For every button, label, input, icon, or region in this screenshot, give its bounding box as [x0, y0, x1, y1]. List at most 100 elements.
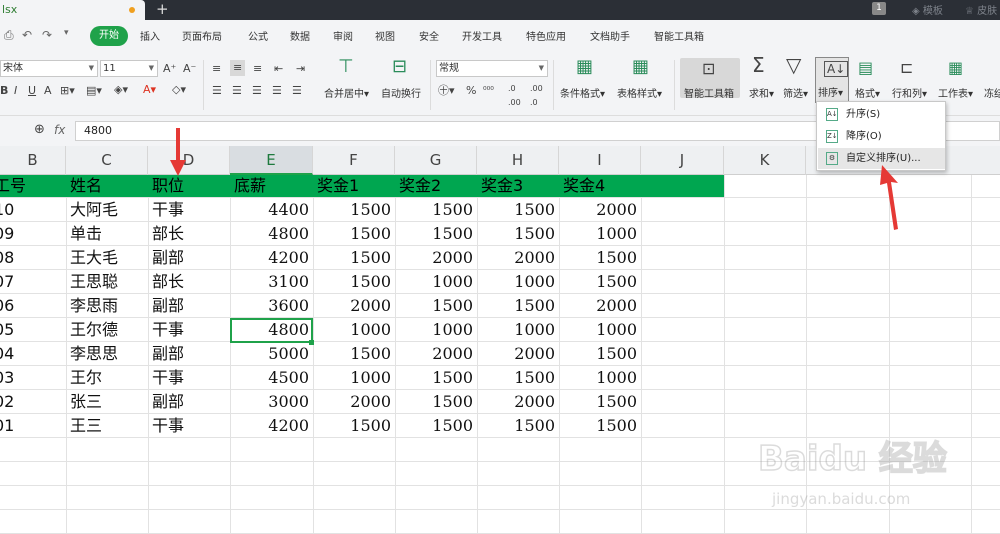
tab-formula[interactable]: 公式	[248, 28, 268, 43]
align-bottom-icon[interactable]: ≡	[253, 62, 262, 76]
cell-bonus-1[interactable]: 1500	[313, 246, 395, 270]
column-header-f[interactable]: F	[313, 146, 395, 175]
tab-smart-toolbox[interactable]: 智能工具箱	[654, 28, 704, 43]
tab-data[interactable]: 数据	[290, 28, 310, 43]
column-header-d[interactable]: D	[148, 146, 230, 175]
header-bonus-3[interactable]: 奖金3	[477, 175, 523, 197]
tab-features[interactable]: 特色应用	[526, 28, 566, 43]
align-top-icon[interactable]: ≡	[212, 62, 221, 76]
bold-icon[interactable]: B	[0, 84, 8, 98]
fill-handle[interactable]	[309, 340, 314, 345]
align-left-icon[interactable]: ☰	[212, 84, 222, 98]
cell-bonus-2[interactable]: 1500	[395, 294, 477, 318]
cell-bonus-3[interactable]: 2000	[477, 246, 559, 270]
cell-base-salary[interactable]: 4200	[230, 246, 313, 270]
cell-bonus-1[interactable]: 2000	[313, 294, 395, 318]
cell-base-salary[interactable]: 3100	[230, 270, 313, 294]
italic-icon[interactable]: I	[14, 84, 17, 98]
cell-id[interactable]: 02	[0, 390, 66, 414]
cell-name[interactable]: 王尔德	[66, 318, 148, 342]
wrap-text-label[interactable]: 自动换行	[381, 85, 421, 100]
cell-bonus-4[interactable]: 1000	[559, 366, 641, 390]
cell-bonus-3[interactable]: 1500	[477, 414, 559, 438]
thousands-icon[interactable]: ⁰⁰⁰	[483, 84, 494, 98]
column-header-c[interactable]: C	[66, 146, 148, 175]
fill-color-icon[interactable]: ◈▾	[114, 83, 128, 97]
font-shrink-icon[interactable]: A⁻	[183, 62, 196, 76]
font-size-select[interactable]: 11 ▼	[100, 60, 158, 77]
currency-icon[interactable]: ㊉▾	[438, 84, 455, 98]
column-header-b[interactable]: B	[0, 146, 66, 175]
header-name[interactable]: 姓名	[66, 175, 102, 197]
cell-id[interactable]: 07	[0, 270, 66, 294]
cell-bonus-1[interactable]: 1500	[313, 342, 395, 366]
zoom-icon[interactable]: ⊕	[34, 123, 45, 137]
cell-bonus-3[interactable]: 2000	[477, 390, 559, 414]
font-color-icon[interactable]: A▾	[143, 83, 156, 97]
cell-name[interactable]: 王尔	[66, 366, 148, 390]
cell-bonus-2[interactable]: 1500	[395, 198, 477, 222]
header-bonus-2[interactable]: 奖金2	[395, 175, 441, 197]
tab-view[interactable]: 视图	[375, 28, 395, 43]
skin-link[interactable]: ♕ 皮肤	[965, 2, 997, 17]
redo-icon[interactable]: ↷	[42, 28, 52, 42]
cell-id[interactable]: 03	[0, 366, 66, 390]
cell-base-salary[interactable]: 3000	[230, 390, 313, 414]
cell-id[interactable]: 04	[0, 342, 66, 366]
cell-bonus-2[interactable]: 2000	[395, 246, 477, 270]
justify-icon[interactable]: ☰	[272, 84, 282, 98]
cell-id[interactable]: 06	[0, 294, 66, 318]
cell-position[interactable]: 干事	[148, 414, 230, 438]
cell-bonus-1[interactable]: 1500	[313, 414, 395, 438]
cell-base-salary[interactable]: 4200	[230, 414, 313, 438]
cell-name[interactable]: 大阿毛	[66, 198, 148, 222]
cell-bonus-2[interactable]: 1000	[395, 270, 477, 294]
cell-bonus-4[interactable]: 1500	[559, 414, 641, 438]
header-bonus-1[interactable]: 奖金1	[313, 175, 359, 197]
align-right-icon[interactable]: ☰	[252, 84, 262, 98]
cell-bonus-4[interactable]: 1500	[559, 390, 641, 414]
sort-button[interactable]: A↓ 排序▾	[815, 57, 849, 103]
column-header-g[interactable]: G	[395, 146, 477, 175]
cell-bonus-4[interactable]: 1000	[559, 222, 641, 246]
column-header-i[interactable]: I	[559, 146, 641, 175]
row-col-button[interactable]: 行和列▾	[892, 85, 927, 100]
cell-bonus-3[interactable]: 1000	[477, 270, 559, 294]
cell-bonus-3[interactable]: 1500	[477, 222, 559, 246]
file-tab[interactable]: lsx	[0, 0, 145, 20]
merge-center-icon[interactable]: ⊤	[338, 58, 354, 76]
cell-id[interactable]: 05	[0, 318, 66, 342]
header-base-salary[interactable]: 底薪	[230, 175, 266, 197]
cell-bonus-1[interactable]: 1000	[313, 318, 395, 342]
cell-base-salary[interactable]: 3600	[230, 294, 313, 318]
quick-access-dropdown-icon[interactable]: ▾	[64, 28, 69, 38]
cell-bonus-4[interactable]: 1000	[559, 318, 641, 342]
cell-base-salary[interactable]: 4800	[230, 222, 313, 246]
notification-badge[interactable]: 1	[872, 2, 886, 15]
cell-bonus-1[interactable]: 2000	[313, 390, 395, 414]
increase-decimal-icon[interactable]: .0.00	[508, 82, 521, 110]
cell-position[interactable]: 部长	[148, 222, 230, 246]
cell-bonus-4[interactable]: 1500	[559, 342, 641, 366]
cell-bonus-3[interactable]: 1000	[477, 318, 559, 342]
fx-icon[interactable]: fx	[54, 123, 65, 137]
column-header-j[interactable]: J	[641, 146, 724, 175]
sort-descending-item[interactable]: Z↓ 降序(O)	[818, 126, 945, 147]
table-style-icon[interactable]: ▦	[632, 58, 649, 76]
cell-position[interactable]: 干事	[148, 198, 230, 222]
filter-icon[interactable]: ▽	[786, 55, 801, 75]
cell-position[interactable]: 干事	[148, 366, 230, 390]
underline-icon[interactable]: U	[28, 84, 36, 98]
selected-cell[interactable]	[230, 318, 313, 343]
cell-bonus-1[interactable]: 1500	[313, 270, 395, 294]
cell-base-salary[interactable]: 4400	[230, 198, 313, 222]
header-bonus-4[interactable]: 奖金4	[559, 175, 605, 197]
column-header-h[interactable]: H	[477, 146, 559, 175]
tab-review[interactable]: 审阅	[333, 28, 353, 43]
worksheet-icon[interactable]: ▦	[948, 60, 963, 76]
table-style-button[interactable]: 表格样式▾	[617, 85, 662, 100]
border-icon[interactable]: ⊞▾	[60, 84, 75, 98]
distribute-icon[interactable]: ☰	[292, 84, 302, 98]
worksheet-button[interactable]: 工作表▾	[938, 85, 973, 100]
cell-id[interactable]: 10	[0, 198, 66, 222]
